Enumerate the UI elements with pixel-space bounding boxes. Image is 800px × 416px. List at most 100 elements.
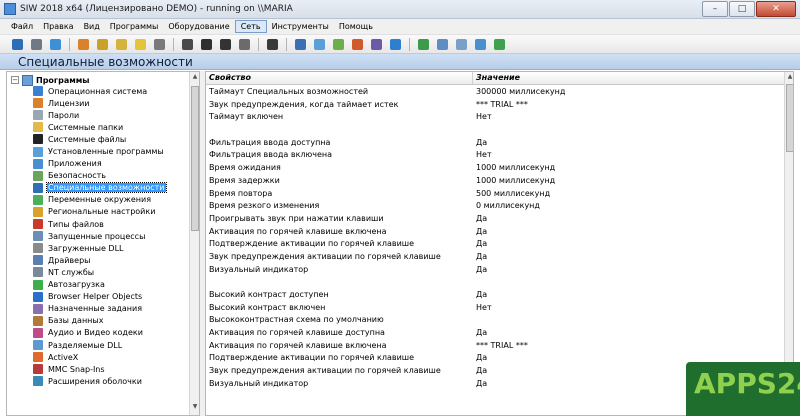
table-row[interactable]: Проигрывать звук при нажатии клавиши Да: [206, 213, 784, 226]
tree-item[interactable]: Разделяемые DLL: [33, 339, 189, 351]
tree-item[interactable]: Системные файлы: [33, 133, 189, 145]
tree-item[interactable]: Переменные окружения: [33, 194, 189, 206]
display-icon[interactable]: [201, 38, 212, 50]
property-cell: Фильтрация ввода доступна: [209, 137, 331, 147]
value-cell: 500 миллисекунд: [476, 188, 551, 198]
disk-icon[interactable]: [220, 38, 231, 50]
tree-item[interactable]: Автозагрузка: [33, 279, 189, 291]
tree-item[interactable]: Загруженные DLL: [33, 242, 189, 254]
table-row[interactable]: Время задержки 1000 миллисекунд: [206, 175, 784, 188]
settings-icon[interactable]: [390, 38, 401, 50]
table-row[interactable]: Высококонтрастная схема по умолчанию: [206, 314, 784, 327]
tree-item[interactable]: Региональные настройки: [33, 206, 189, 218]
tree-item[interactable]: Типы файлов: [33, 218, 189, 230]
tree-item[interactable]: Приложения: [33, 158, 189, 170]
tree-item[interactable]: Расширения оболочки: [33, 375, 189, 387]
tree-item[interactable]: Browser Helper Objects: [33, 291, 189, 303]
tree-item[interactable]: Лицензии: [33, 97, 189, 109]
menu-item[interactable]: Программы: [105, 21, 164, 32]
table-row[interactable]: Высокий контраст доступен Да: [206, 289, 784, 302]
menu-item[interactable]: Сеть: [234, 20, 267, 33]
network-icon[interactable]: [295, 38, 306, 50]
cpu-icon[interactable]: [182, 38, 193, 50]
scroll-up-icon[interactable]: ▲: [191, 73, 199, 83]
tree-item[interactable]: Драйверы: [33, 254, 189, 266]
sound-icon[interactable]: [352, 38, 363, 50]
tools-icon[interactable]: [437, 38, 448, 50]
tree-item[interactable]: Пароли: [33, 109, 189, 121]
tree-item[interactable]: ActiveX: [33, 351, 189, 363]
tree-item[interactable]: Базы данных: [33, 315, 189, 327]
tree-scrollbar[interactable]: ▲ ▼: [189, 72, 199, 415]
menu-item[interactable]: Инструменты: [267, 21, 334, 32]
tree-item[interactable]: Безопасность: [33, 170, 189, 182]
menu-item[interactable]: Вид: [79, 21, 105, 32]
tree-item-label: ActiveX: [48, 352, 79, 362]
table-row[interactable]: Высокий контраст включен Нет: [206, 302, 784, 315]
table-row[interactable]: Время ожидания 1000 миллисекунд: [206, 162, 784, 175]
scroll-thumb[interactable]: [786, 84, 793, 152]
table-row[interactable]: [206, 276, 784, 289]
tree-item[interactable]: MMC Snap-Ins: [33, 363, 189, 375]
tree-item[interactable]: NT службы: [33, 266, 189, 278]
column-divider[interactable]: [472, 72, 473, 84]
table-row[interactable]: Время повтора 500 миллисекунд: [206, 188, 784, 201]
table-row[interactable]: [206, 124, 784, 137]
refresh-icon[interactable]: [50, 38, 61, 50]
column-header-value[interactable]: Значение: [476, 73, 520, 82]
scroll-down-icon[interactable]: ▼: [191, 403, 199, 413]
print-icon[interactable]: [31, 38, 42, 50]
table-row[interactable]: Активация по горячей клавише доступна Да: [206, 327, 784, 340]
tree-item[interactable]: Специальные возможности: [33, 182, 189, 194]
mail-icon[interactable]: [456, 38, 467, 50]
tree-item[interactable]: Запущенные процессы: [33, 230, 189, 242]
money-icon[interactable]: [494, 38, 505, 50]
maximize-button[interactable]: □: [729, 0, 755, 17]
value-cell: Да: [476, 328, 488, 338]
tree-item[interactable]: Аудио и Видео кодеки: [33, 327, 189, 339]
table-row[interactable]: Звук предупреждения, когда таймает истек…: [206, 99, 784, 112]
menu-item[interactable]: Помощь: [334, 21, 378, 32]
category-tree[interactable]: − Программы Операционная система Лицензии…: [6, 71, 200, 416]
table-row[interactable]: Визуальный индикатор Да: [206, 264, 784, 277]
menu-item[interactable]: Оборудование: [163, 21, 234, 32]
license-icon[interactable]: [97, 38, 108, 50]
table-row[interactable]: Активация по горячей клавише включена ***…: [206, 340, 784, 353]
save-icon[interactable]: [12, 38, 23, 50]
battery-icon[interactable]: [333, 38, 344, 50]
close-button[interactable]: ✕: [756, 0, 796, 17]
tree-item[interactable]: Операционная система: [33, 85, 189, 97]
scroll-up-icon[interactable]: ▲: [786, 73, 793, 83]
tree-items: Операционная система Лицензии Пароли Систем…: [33, 85, 189, 387]
windows-icon[interactable]: [78, 38, 89, 50]
table-row[interactable]: Фильтрация ввода доступна Да: [206, 137, 784, 150]
menu-item[interactable]: Файл: [6, 21, 38, 32]
table-row[interactable]: Звук предупреждения активации по горячей…: [206, 251, 784, 264]
menu-item[interactable]: Правка: [38, 21, 78, 32]
table-row[interactable]: Таймаут включен Нет: [206, 111, 784, 124]
property-cell: Высокий контраст включен: [209, 302, 326, 312]
tree-item[interactable]: Системные папки: [33, 121, 189, 133]
table-row[interactable]: Подтверждение активации по горячей клави…: [206, 238, 784, 251]
key-icon[interactable]: [116, 38, 127, 50]
scroll-thumb[interactable]: [191, 86, 199, 231]
table-row[interactable]: Таймаут Специальных возможностей 300000 м…: [206, 86, 784, 99]
minimize-button[interactable]: –: [702, 0, 728, 17]
chip-icon[interactable]: [371, 38, 382, 50]
tree-item[interactable]: Установленные программы: [33, 145, 189, 157]
help-icon[interactable]: [475, 38, 486, 50]
collapse-icon[interactable]: −: [11, 76, 19, 84]
bulb-icon[interactable]: [135, 38, 146, 50]
dll-icon: [33, 134, 43, 145]
tree-item-label: Системные папки: [48, 122, 124, 132]
device-icon[interactable]: [267, 38, 278, 50]
table-row[interactable]: Фильтрация ввода включена Нет: [206, 149, 784, 162]
tree-item[interactable]: Назначенные задания: [33, 303, 189, 315]
memory-icon[interactable]: [239, 38, 250, 50]
table-row[interactable]: Активация по горячей клавише включена Да: [206, 226, 784, 239]
table-row[interactable]: Время резкого изменения 0 миллисекунд: [206, 200, 784, 213]
share-icon[interactable]: [418, 38, 429, 50]
monitor-icon[interactable]: [314, 38, 325, 50]
column-header-property[interactable]: Свойство: [209, 73, 251, 82]
service-icon[interactable]: [154, 38, 165, 50]
